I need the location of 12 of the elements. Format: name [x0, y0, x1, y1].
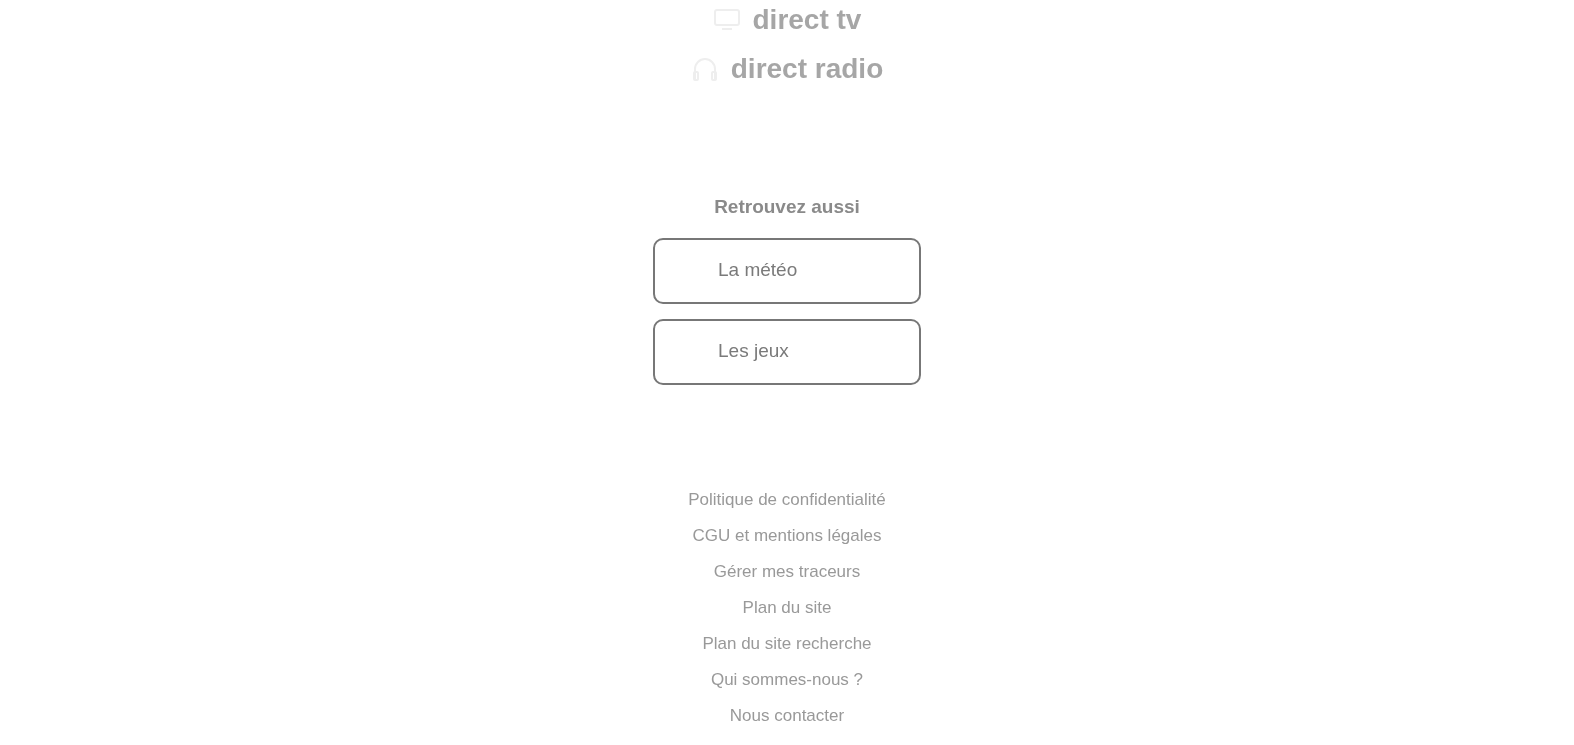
footer-link[interactable]: CGU et mentions légales: [692, 523, 882, 548]
link-card[interactable]: La météo: [653, 237, 921, 304]
footer-link[interactable]: Gérer mes traceurs: [713, 559, 861, 584]
footer-link[interactable]: Qui sommes-nous ?: [710, 667, 864, 692]
live-link[interactable]: direct tv: [712, 0, 862, 40]
footer-link[interactable]: Plan du site: [742, 595, 832, 620]
footer-link[interactable]: Nous contacter: [729, 703, 845, 728]
footer-link[interactable]: Plan du site recherche: [702, 631, 872, 656]
link-card[interactable]: Les jeux: [653, 318, 921, 385]
live-link[interactable]: direct radio: [690, 49, 884, 89]
footer-link[interactable]: Politique de confidentialité: [688, 487, 886, 512]
section-title: Retrouvez aussi: [714, 195, 860, 219]
